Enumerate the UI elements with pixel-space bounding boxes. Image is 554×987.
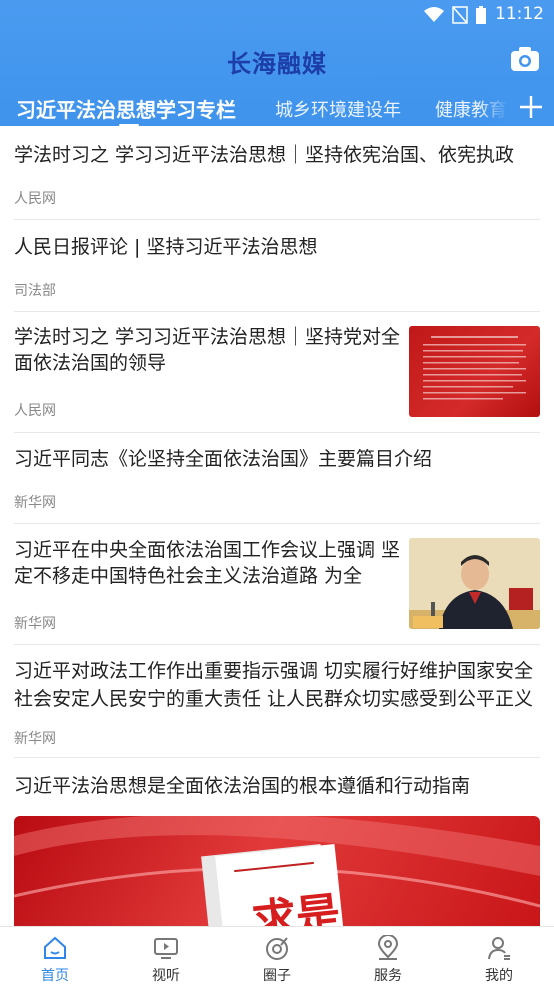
article-source: 司法部 bbox=[14, 283, 56, 299]
tab-law-thought[interactable]: 习近平法治思想学习专栏 bbox=[16, 94, 236, 123]
article-source: 新华网 bbox=[14, 495, 56, 511]
article-thumbnail bbox=[409, 538, 540, 629]
circle-icon bbox=[266, 937, 288, 960]
nav-home[interactable]: 首页 bbox=[0, 927, 110, 987]
channel-tabs: 习近平法治思想学习专栏 城乡环境建设年 健康教育 bbox=[0, 88, 554, 127]
nav-label: 视听 bbox=[152, 968, 180, 984]
nav-label: 首页 bbox=[41, 968, 69, 984]
article-banner: 求是 bbox=[14, 816, 540, 936]
list-item[interactable]: 学法时习之 学习习近平法治思想｜坚持依宪治国、依宪执政 人民网 bbox=[14, 142, 540, 220]
nav-video[interactable]: 视听 bbox=[111, 927, 221, 987]
list-item[interactable]: 习近平对政法工作作出重要指示强调 切实履行好维护国家安全 社会安定人民安宁的重大… bbox=[14, 658, 540, 758]
app-header: 11:12 长海融媒 习近平法治思想学习专栏 城乡环境建设年 健康教育 bbox=[0, 0, 554, 127]
home-icon bbox=[44, 936, 66, 959]
location-icon bbox=[377, 935, 399, 960]
article-title: 学法时习之 学习习近平法治思想｜坚持党对全面依法治国的领导 bbox=[14, 326, 401, 374]
nav-label: 圈子 bbox=[263, 968, 291, 984]
nav-service[interactable]: 服务 bbox=[333, 927, 443, 987]
nav-label: 我的 bbox=[485, 968, 513, 984]
photo-image bbox=[409, 538, 540, 629]
article-title: 习近平法治思想是全面依法治国的根本遵循和行动指南 bbox=[14, 775, 471, 797]
active-tab-indicator bbox=[119, 124, 139, 127]
article-title: 习近平在中央全面依法治国工作会议上强调 坚定不移走中国特色社会主义法治道路 为全 bbox=[14, 539, 401, 587]
app-title: 长海融媒 bbox=[227, 50, 327, 78]
document-image bbox=[423, 336, 526, 400]
article-source: 新华网 bbox=[14, 731, 56, 747]
article-source: 人民网 bbox=[14, 191, 56, 207]
video-icon bbox=[154, 938, 178, 959]
signal-off-icon bbox=[452, 6, 468, 24]
tab-fade bbox=[478, 88, 508, 126]
nav-profile[interactable]: 我的 bbox=[444, 927, 554, 987]
list-item[interactable]: 学法时习之 学习习近平法治思想｜坚持党对全面依法治国的领导 人民网 bbox=[14, 324, 540, 433]
list-item[interactable]: 习近平同志《论坚持全面依法治国》主要篇目介绍 新华网 bbox=[14, 446, 540, 524]
banner-image: 求是 bbox=[14, 816, 540, 936]
bottom-navigation: 首页 视听 圈子 服务 我的 bbox=[0, 926, 554, 987]
tab-urban-rural[interactable]: 城乡环境建设年 bbox=[275, 96, 401, 122]
article-title-line-2: 社会安定人民安宁的重大责任 让人民群众切实感受到公平正义 bbox=[14, 688, 534, 710]
plus-icon bbox=[520, 96, 542, 118]
profile-icon bbox=[488, 937, 510, 960]
article-thumbnail bbox=[409, 326, 540, 417]
status-bar: 11:12 bbox=[0, 0, 554, 30]
list-item[interactable]: 习近平在中央全面依法治国工作会议上强调 坚定不移走中国特色社会主义法治道路 为全… bbox=[14, 537, 540, 645]
status-time: 11:12 bbox=[495, 4, 544, 24]
article-title: 人民日报评论 | 坚持习近平法治思想 bbox=[14, 236, 318, 258]
wifi-icon bbox=[424, 7, 444, 22]
list-item[interactable]: 习近平法治思想是全面依法治国的根本遵循和行动指南 求是 bbox=[14, 773, 540, 936]
article-source: 新华网 bbox=[14, 616, 56, 632]
add-channel-button[interactable] bbox=[508, 88, 554, 126]
nav-circle[interactable]: 圈子 bbox=[222, 927, 332, 987]
article-title-line-1: 习近平对政法工作作出重要指示强调 切实履行好维护国家安全 bbox=[14, 660, 534, 682]
article-title: 学法时习之 学习习近平法治思想｜坚持依宪治国、依宪执政 bbox=[14, 144, 515, 166]
list-item[interactable]: 人民日报评论 | 坚持习近平法治思想 司法部 bbox=[14, 234, 540, 312]
battery-icon bbox=[476, 6, 486, 24]
nav-label: 服务 bbox=[374, 968, 402, 984]
article-source: 人民网 bbox=[14, 403, 56, 419]
article-title: 习近平同志《论坚持全面依法治国》主要篇目介绍 bbox=[14, 448, 433, 470]
camera-icon[interactable] bbox=[510, 46, 540, 72]
